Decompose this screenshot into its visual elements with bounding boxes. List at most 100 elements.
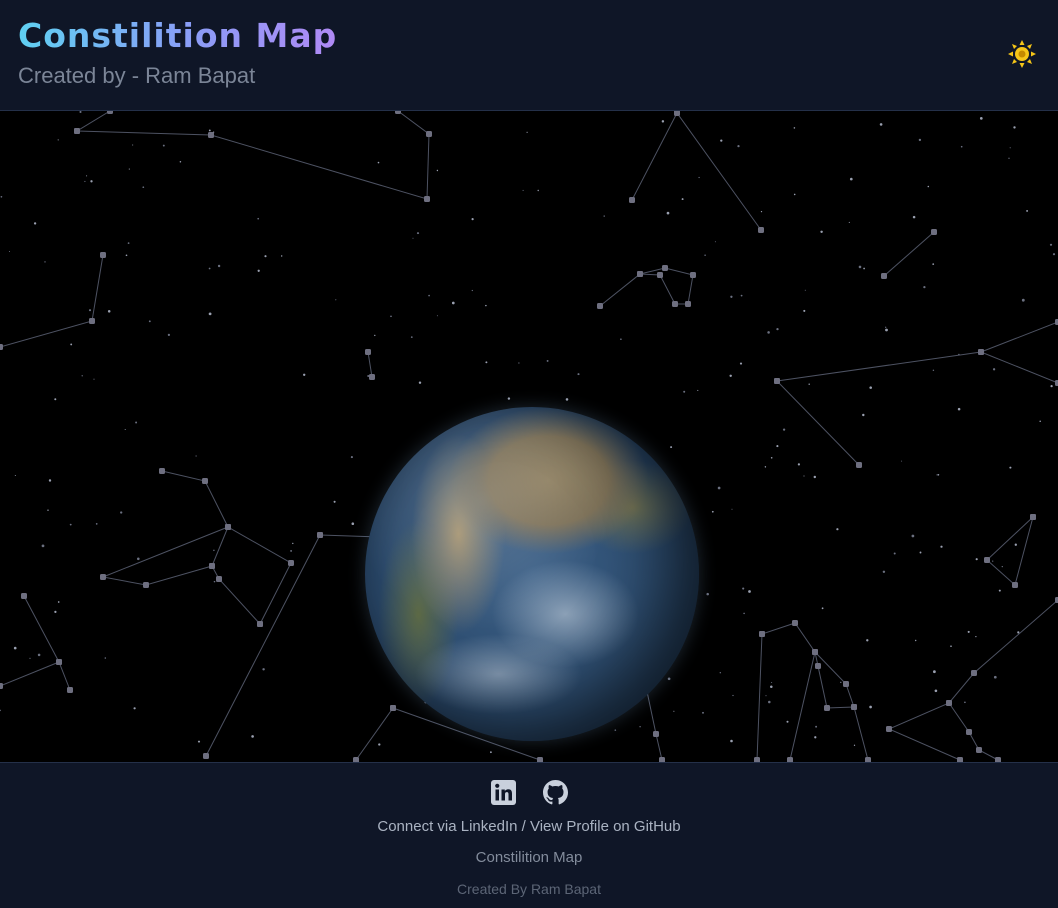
star — [932, 369, 935, 372]
star — [667, 677, 671, 681]
star — [836, 528, 839, 531]
star — [730, 295, 733, 298]
constellation-star[interactable] — [209, 563, 215, 569]
constellation-star[interactable] — [843, 681, 849, 687]
constellation-star[interactable] — [657, 272, 663, 278]
constellation-star[interactable] — [597, 303, 603, 309]
github-text-link[interactable]: View Profile on GitHub — [530, 818, 681, 835]
constellation-star[interactable] — [89, 318, 95, 324]
constellation-star[interactable] — [815, 663, 821, 669]
star — [934, 689, 938, 693]
constellation-canvas[interactable] — [0, 111, 1058, 762]
constellation-star[interactable] — [0, 683, 3, 689]
sun-icon — [1008, 40, 1036, 68]
constellation-star[interactable] — [317, 532, 323, 538]
constellation-star[interactable] — [395, 111, 401, 114]
constellation-star[interactable] — [672, 301, 678, 307]
constellation-line — [776, 380, 860, 466]
linkedin-text-link[interactable]: Connect via LinkedIn — [377, 818, 517, 835]
star — [760, 210, 763, 213]
star — [1050, 384, 1053, 388]
constellation-star[interactable] — [629, 197, 635, 203]
constellation-star[interactable] — [812, 649, 818, 655]
constellation-star[interactable] — [257, 621, 263, 627]
constellation-star[interactable] — [424, 196, 430, 202]
constellation-star[interactable] — [202, 478, 208, 484]
star — [673, 710, 675, 712]
star — [412, 237, 414, 239]
constellation-star[interactable] — [976, 747, 982, 753]
star — [195, 455, 197, 457]
constellation-star[interactable] — [792, 620, 798, 626]
constellation-star[interactable] — [107, 111, 113, 114]
constellation-star[interactable] — [365, 349, 371, 355]
constellation-star[interactable] — [143, 582, 149, 588]
constellation-star[interactable] — [886, 726, 892, 732]
star — [717, 486, 721, 490]
constellation-star[interactable] — [971, 670, 977, 676]
constellation-star[interactable] — [1012, 582, 1018, 588]
star — [614, 729, 617, 731]
constellation-star[interactable] — [74, 128, 80, 134]
star — [90, 180, 93, 183]
constellation-star[interactable] — [369, 374, 375, 380]
link-separator: / — [521, 818, 526, 835]
constellation-star[interactable] — [426, 131, 432, 137]
star — [776, 445, 779, 448]
star — [967, 630, 970, 633]
constellation-star[interactable] — [288, 560, 294, 566]
constellation-star[interactable] — [759, 631, 765, 637]
star — [698, 176, 700, 179]
constellation-star[interactable] — [685, 301, 691, 307]
constellation-line — [883, 231, 935, 277]
star — [702, 711, 704, 714]
constellation-star[interactable] — [774, 378, 780, 384]
constellation-star[interactable] — [690, 272, 696, 278]
star — [975, 558, 978, 561]
constellation-star[interactable] — [856, 462, 862, 468]
constellation-star[interactable] — [100, 574, 106, 580]
constellation-star[interactable] — [1030, 514, 1036, 520]
star — [436, 315, 438, 317]
star — [217, 264, 221, 268]
constellation-star[interactable] — [208, 132, 214, 138]
constellation-star[interactable] — [758, 227, 764, 233]
star — [912, 215, 916, 219]
constellation-line — [161, 470, 292, 625]
constellation-star[interactable] — [67, 687, 73, 693]
constellation-star[interactable] — [0, 344, 3, 350]
star — [932, 263, 935, 265]
constellation-star[interactable] — [824, 705, 830, 711]
constellation-star[interactable] — [662, 265, 668, 271]
star — [957, 407, 961, 411]
constellation-star[interactable] — [851, 704, 857, 710]
constellation-star[interactable] — [881, 273, 887, 279]
constellation-star[interactable] — [946, 700, 952, 706]
star — [93, 378, 95, 380]
constellation-star[interactable] — [653, 731, 659, 737]
constellation-star[interactable] — [159, 468, 165, 474]
constellation-star[interactable] — [225, 524, 231, 530]
constellation-star[interactable] — [966, 729, 972, 735]
star — [148, 320, 151, 323]
constellation-star[interactable] — [390, 705, 396, 711]
constellation-star[interactable] — [203, 753, 209, 759]
constellation-star[interactable] — [931, 229, 937, 235]
star — [821, 607, 824, 610]
star — [1009, 147, 1011, 149]
constellation-star[interactable] — [978, 349, 984, 355]
star — [869, 386, 872, 389]
constellation-star[interactable] — [674, 111, 680, 116]
constellation-star[interactable] — [984, 557, 990, 563]
constellation-star[interactable] — [56, 659, 62, 665]
star — [95, 523, 98, 525]
star — [797, 463, 801, 466]
github-link[interactable] — [542, 780, 568, 805]
constellation-star[interactable] — [216, 576, 222, 582]
theme-toggle-button[interactable] — [1006, 38, 1038, 70]
constellation-star[interactable] — [21, 593, 27, 599]
constellation-star[interactable] — [637, 271, 643, 277]
constellation-star[interactable] — [100, 252, 106, 258]
star — [1014, 543, 1017, 546]
linkedin-link[interactable] — [490, 780, 516, 805]
